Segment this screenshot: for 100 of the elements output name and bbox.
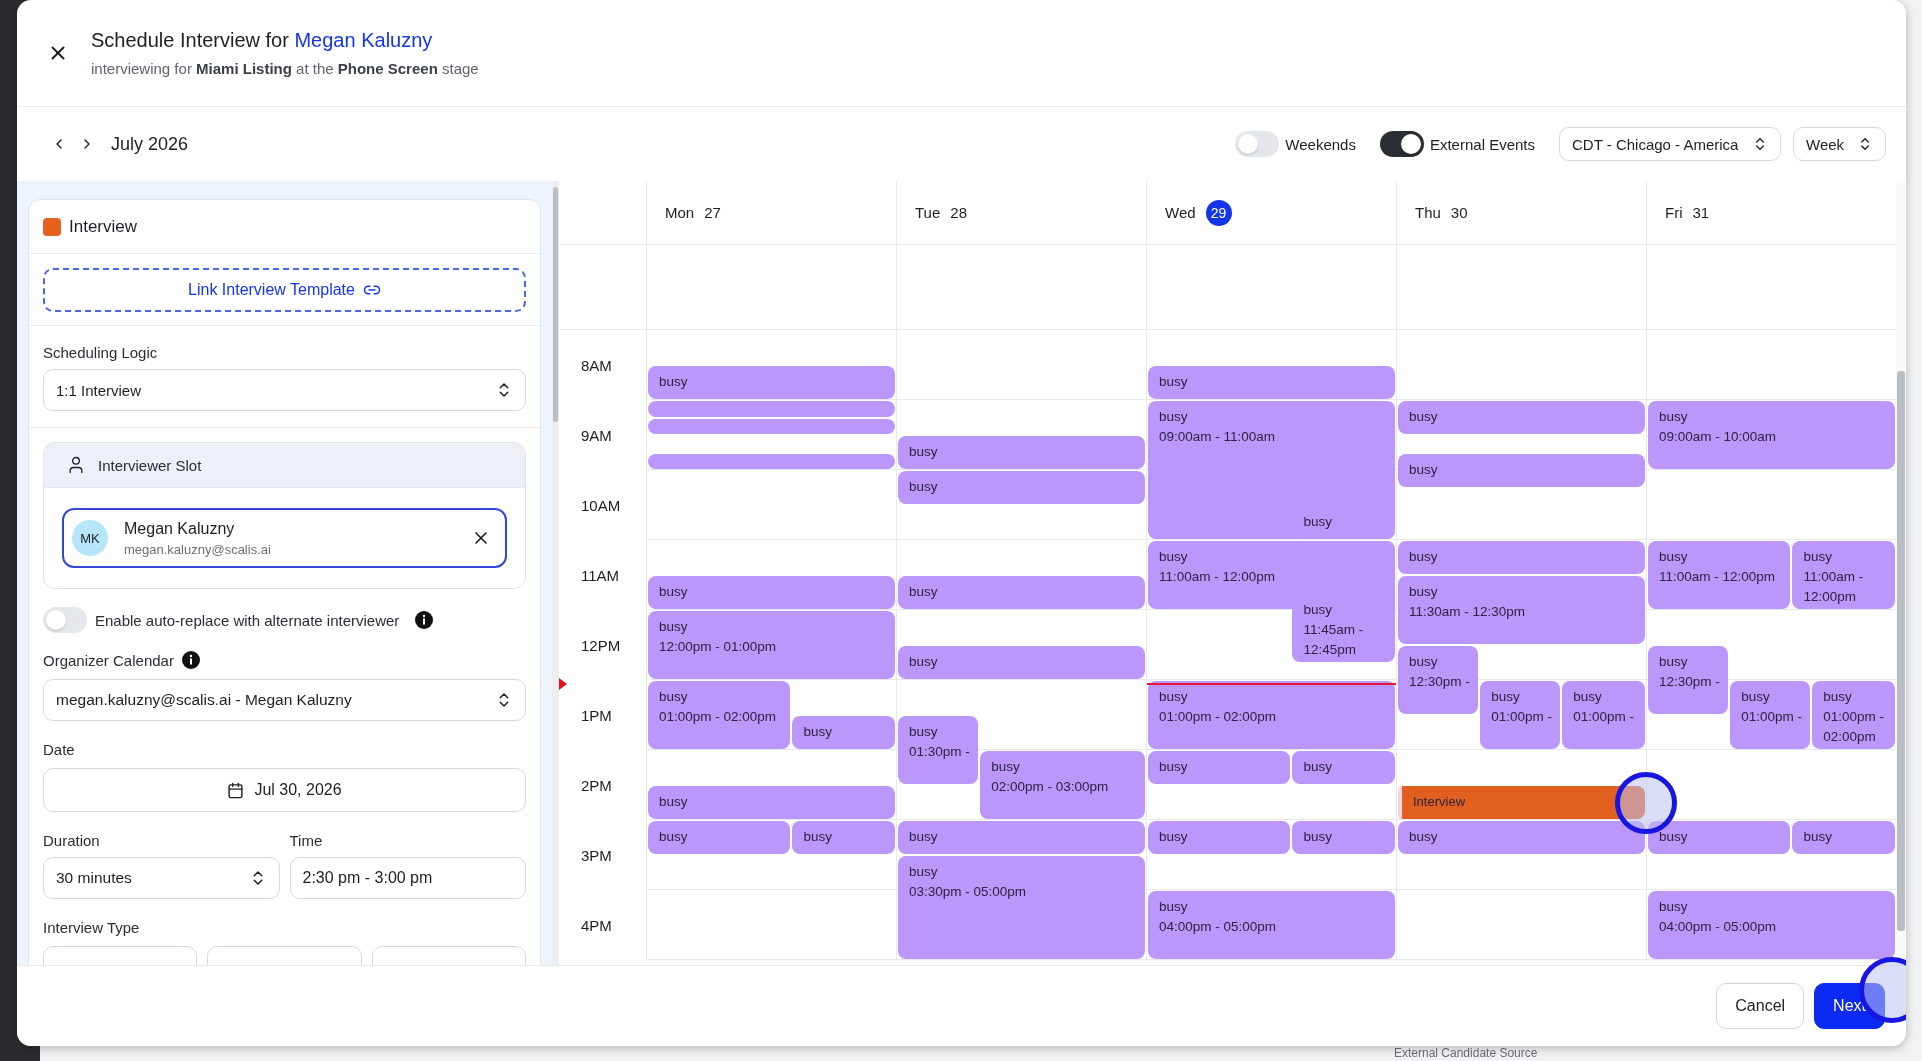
event-title: busy <box>659 688 689 706</box>
busy-event[interactable]: busy 11:00am - 12:00pm <box>1792 541 1895 609</box>
cancel-button[interactable]: Cancel <box>1716 983 1805 1029</box>
date-field[interactable]: Jul 30, 2026 <box>43 768 526 812</box>
busy-event[interactable]: busy 01:30pm - <box>898 716 979 784</box>
event-title: busy <box>1409 408 1439 426</box>
event-time: 01:00pm - 02:00pm <box>1159 708 1278 726</box>
event-title: busy <box>1409 828 1439 846</box>
toggle-switch[interactable] <box>1379 131 1424 157</box>
busy-event[interactable]: busy 03:30pm - 05:00pm <box>898 856 1145 959</box>
event-title: busy <box>1409 548 1439 566</box>
busy-event[interactable]: busy <box>792 716 895 749</box>
busy-event[interactable]: busy <box>1148 751 1291 784</box>
event-title: busy <box>1159 758 1189 776</box>
scheduling-logic-select[interactable]: 1:1 Interview <box>43 369 526 411</box>
field-label: Time <box>289 832 324 849</box>
busy-event[interactable]: busy 01:00pm - 02:00pm <box>648 681 791 749</box>
busy-event[interactable]: busy 12:00pm - 01:00pm <box>648 611 895 679</box>
busy-event[interactable]: busy <box>1148 366 1395 399</box>
event-title: busy <box>1159 373 1189 391</box>
organizer-select[interactable]: megan.kaluzny@scalis.ai - Megan Kaluzny <box>43 679 526 721</box>
busy-event[interactable] <box>648 401 895 417</box>
calendar-icon <box>227 781 245 799</box>
event-title: busy <box>1741 688 1771 706</box>
busy-event[interactable]: busy 12:30pm - <box>1648 646 1729 714</box>
day-date: 31 <box>1692 204 1710 221</box>
toggle-label: External Events <box>1429 135 1535 153</box>
busy-event[interactable]: busy <box>648 366 895 399</box>
interview-event[interactable]: Interview <box>1398 786 1645 819</box>
busy-event[interactable]: busy 01:00pm - 02:00pm <box>1148 681 1395 749</box>
busy-event[interactable]: busy <box>898 471 1145 504</box>
busy-event[interactable]: busy 04:00pm - 05:00pm <box>1148 891 1395 959</box>
busy-event[interactable]: busy 01:00pm - <box>1562 681 1645 749</box>
field-label: Organizer Calendar <box>43 651 174 669</box>
busy-event[interactable]: busy <box>1148 821 1291 854</box>
busy-event[interactable]: busy 01:00pm - <box>1480 681 1561 749</box>
busy-event[interactable]: busy <box>1792 821 1895 854</box>
busy-event[interactable]: busy <box>648 576 895 609</box>
view-select[interactable]: Week <box>1793 127 1886 161</box>
busy-event[interactable]: busy <box>1648 821 1791 854</box>
time-field[interactable]: 2:30 pm - 3:00 pm <box>289 857 526 899</box>
dialog-title: Schedule Interview for Megan Kaluzny <box>91 29 434 52</box>
busy-event[interactable]: busy <box>898 576 1145 609</box>
hour-label: 10AM <box>581 496 621 514</box>
event-title: busy <box>1659 898 1689 916</box>
day-name: Mon <box>665 204 695 221</box>
event-title: busy <box>659 373 689 391</box>
auto-replace-toggle[interactable] <box>43 607 87 633</box>
busy-event[interactable]: busy 11:30am - 12:30pm <box>1398 576 1645 644</box>
busy-event[interactable]: busy 02:00pm - 03:00pm <box>980 751 1145 819</box>
field-label: Interview Type <box>43 919 141 936</box>
busy-event[interactable]: busy <box>1292 821 1395 854</box>
event-title: busy <box>1409 653 1439 671</box>
duration-select[interactable]: 30 minutes <box>43 857 280 899</box>
busy-event[interactable]: busy <box>1398 541 1645 574</box>
day-name: Tue <box>915 204 941 221</box>
field-label: Date <box>43 741 76 758</box>
busy-event[interactable]: busy <box>1398 401 1645 434</box>
busy-event[interactable]: busy 11:00am - 12:00pm <box>1648 541 1791 609</box>
event-time: 11:45am - 12:45pm <box>1303 620 1365 659</box>
busy-event[interactable] <box>648 453 895 469</box>
candidate-link[interactable]: Megan Kaluzny <box>294 29 433 51</box>
link-template-button[interactable]: Link Interview Template <box>43 268 526 312</box>
hour-label: 8AM <box>581 356 612 374</box>
scrollbar[interactable] <box>552 181 559 965</box>
event-time: 03:30pm - 05:00pm <box>909 883 1028 901</box>
interviewer-chip[interactable]: MK Megan Kaluzny megan.kaluzny@scalis.ai <box>62 508 507 568</box>
busy-event[interactable]: busy <box>898 821 1145 854</box>
event-title: Interview <box>1413 793 1467 811</box>
event-title: busy <box>1659 653 1689 671</box>
event-time: 01:00pm - <box>1741 708 1803 726</box>
event-time: 11:00am - 12:00pm <box>1803 568 1865 606</box>
busy-event[interactable]: busy <box>648 821 791 854</box>
event-title: busy <box>909 583 939 601</box>
event-title: busy <box>909 828 939 846</box>
busy-event[interactable]: busy <box>898 646 1145 679</box>
busy-event[interactable]: busy 09:00am - 10:00am <box>1648 401 1895 469</box>
event-time: 04:00pm - 05:00pm <box>1659 918 1778 936</box>
event-title: busy <box>909 723 939 741</box>
event-title: busy <box>1823 688 1853 706</box>
busy-event[interactable]: busy <box>1398 821 1645 854</box>
busy-event[interactable]: busy 04:00pm - 05:00pm <box>1648 891 1895 959</box>
event-time: 04:00pm - 05:00pm <box>1159 918 1278 936</box>
busy-event[interactable] <box>648 418 895 434</box>
event-title: busy <box>1303 758 1333 776</box>
busy-event[interactable]: busy <box>792 821 895 854</box>
busy-event[interactable]: busy <box>1398 453 1645 487</box>
busy-event[interactable]: busy 01:00pm - <box>1730 681 1811 749</box>
event-title: busy <box>1409 583 1439 601</box>
busy-event[interactable]: busy <box>1292 751 1395 784</box>
busy-event[interactable]: busy <box>648 786 895 819</box>
hour-label: 11AM <box>581 566 620 584</box>
timezone-select[interactable]: CDT - Chicago - America <box>1559 127 1781 161</box>
field-label: Duration <box>43 832 101 849</box>
busy-event[interactable]: busy 01:00pm - 02:00pm <box>1812 681 1895 749</box>
event-title: busy <box>1659 828 1689 846</box>
event-title: busy <box>909 443 939 461</box>
busy-event[interactable]: busy 12:30pm - <box>1398 646 1479 714</box>
busy-event[interactable]: busy <box>898 436 1145 469</box>
toggle-switch[interactable] <box>1235 131 1280 157</box>
